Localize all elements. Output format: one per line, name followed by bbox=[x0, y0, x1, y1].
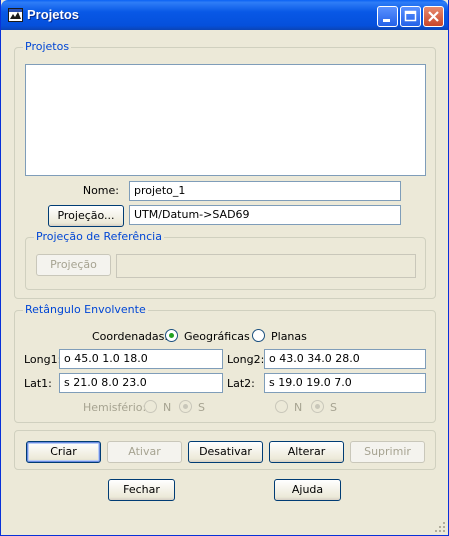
maximize-button[interactable] bbox=[400, 6, 421, 27]
lat1-input[interactable]: s 21.0 8.0 23.0 bbox=[59, 373, 223, 393]
hemisphere1-n-radio[interactable] bbox=[144, 400, 157, 413]
close-button[interactable]: Fechar bbox=[108, 479, 175, 501]
hemisphere2-n-label: N bbox=[294, 401, 303, 414]
hemisphere1-s-label: S bbox=[198, 401, 205, 414]
help-button[interactable]: Ajuda bbox=[274, 479, 341, 501]
change-button[interactable]: Alterar bbox=[269, 441, 344, 463]
create-button[interactable]: Criar bbox=[26, 441, 101, 463]
resize-grip-icon[interactable] bbox=[434, 521, 446, 533]
hemisphere1-s-radio[interactable] bbox=[179, 400, 192, 413]
projects-window: Projetos Projetos Nome: projeto_1 Projeç… bbox=[0, 0, 449, 536]
lat1-label: Lat1: bbox=[24, 377, 52, 390]
long2-label: Long2: bbox=[227, 353, 265, 366]
activate-button[interactable]: Ativar bbox=[107, 441, 182, 463]
coord-plane-radio[interactable] bbox=[252, 329, 265, 342]
lat2-label: Lat2: bbox=[227, 377, 255, 390]
hemisphere-label: Hemisfério: bbox=[83, 401, 147, 414]
minimize-button[interactable] bbox=[377, 6, 398, 27]
projection-button[interactable]: Projeção... bbox=[48, 205, 124, 227]
coordinates-label: Coordenadas: bbox=[92, 330, 169, 343]
coord-plane-label[interactable]: Planas bbox=[271, 330, 307, 343]
app-icon bbox=[8, 8, 23, 22]
title-bar[interactable]: Projetos bbox=[1, 0, 448, 30]
projects-list[interactable] bbox=[25, 64, 426, 176]
hemisphere2-s-radio[interactable] bbox=[311, 400, 324, 413]
hemisphere1-n-label: N bbox=[163, 401, 172, 414]
window-title: Projetos bbox=[27, 7, 80, 22]
long2-input[interactable]: o 43.0 34.0 28.0 bbox=[264, 349, 426, 369]
reference-group-title: Projeção de Referência bbox=[34, 230, 164, 243]
coord-geographic-radio[interactable] bbox=[165, 329, 178, 342]
delete-button[interactable]: Suprimir bbox=[350, 441, 425, 463]
name-input[interactable]: projeto_1 bbox=[129, 181, 401, 201]
projection-field: UTM/Datum->SAD69 bbox=[129, 205, 401, 225]
hemisphere2-s-label: S bbox=[330, 401, 337, 414]
deactivate-button[interactable]: Desativar bbox=[188, 441, 263, 463]
close-window-button[interactable] bbox=[423, 6, 444, 27]
hemisphere2-n-radio[interactable] bbox=[275, 400, 288, 413]
reference-projection-button[interactable]: Projeção bbox=[36, 254, 111, 276]
long1-input[interactable]: o 45.0 1.0 18.0 bbox=[59, 349, 223, 369]
bbox-group-title: Retângulo Envolvente bbox=[23, 303, 148, 316]
name-label: Nome: bbox=[82, 184, 119, 197]
coord-geographic-label[interactable]: Geográficas bbox=[184, 330, 250, 343]
long1-label: Long1: bbox=[24, 353, 62, 366]
projects-group-title: Projetos bbox=[23, 40, 72, 53]
reference-projection-field bbox=[116, 254, 416, 278]
lat2-input[interactable]: s 19.0 19.0 7.0 bbox=[264, 373, 426, 393]
